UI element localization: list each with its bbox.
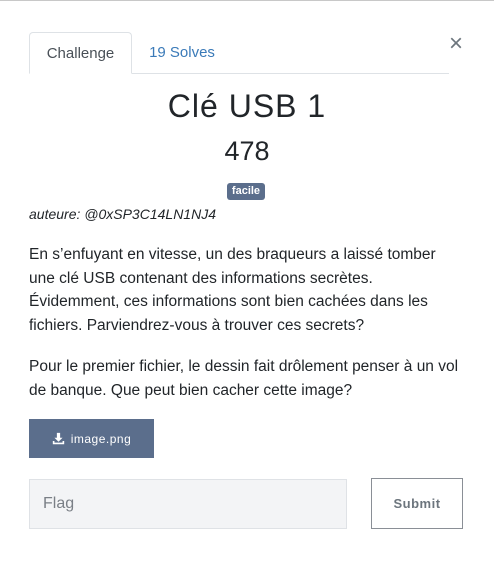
- file-download-button[interactable]: image.png: [29, 419, 154, 458]
- description-paragraph: Pour le premier fichier, le dessin fait …: [29, 358, 459, 399]
- description-paragraph: En s’enfuyant en vitesse, un des braqueu…: [29, 246, 436, 334]
- download-icon: [52, 432, 65, 445]
- challenge-points: 478: [224, 136, 270, 166]
- challenge-title: Clé USB 1: [167, 88, 327, 124]
- tab-solves[interactable]: 19 Solves: [132, 32, 232, 74]
- tab-challenge[interactable]: Challenge: [29, 32, 132, 74]
- submit-button[interactable]: Submit: [371, 478, 463, 529]
- flag-input[interactable]: [29, 479, 347, 529]
- challenge-author: auteure: @0xSP3C14LN1NJ4: [29, 206, 216, 222]
- difficulty-badge: facile: [227, 183, 265, 200]
- file-name: image.png: [70, 431, 132, 446]
- modal-tabs: Challenge 19 Solves: [29, 32, 449, 74]
- challenge-modal: × Challenge 19 Solves Clé USB 1 478 faci…: [0, 0, 494, 574]
